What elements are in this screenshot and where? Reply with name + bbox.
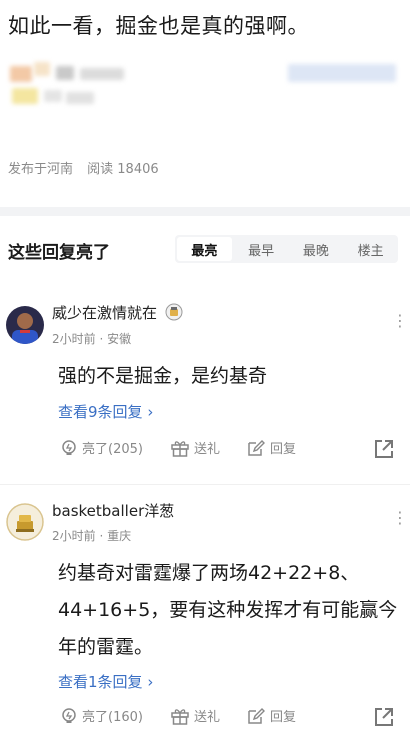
light-bulb-icon bbox=[62, 439, 76, 455]
comment-text: 强的不是掘金，是约基奇 bbox=[58, 365, 268, 387]
share-button[interactable] bbox=[373, 438, 399, 460]
comment-time-location: 2小时前 · 重庆 bbox=[52, 529, 132, 543]
view-replies-link[interactable]: 查看9条回复 › bbox=[58, 401, 153, 422]
comment-actions: 亮了(205) 送礼 回复 bbox=[58, 438, 403, 460]
more-options-icon[interactable]: ⋮ bbox=[392, 510, 408, 526]
chevron-right-icon: › bbox=[142, 403, 154, 421]
like-count: 亮了(160) bbox=[82, 710, 143, 725]
reply-button[interactable]: 回复 bbox=[246, 438, 296, 457]
edit-icon bbox=[248, 707, 265, 724]
gift-label: 送礼 bbox=[194, 710, 221, 725]
like-button[interactable]: 亮了(205) bbox=[60, 438, 143, 457]
view-replies-link[interactable]: 查看1条回复 › bbox=[58, 671, 153, 692]
user-badge-icon bbox=[165, 303, 183, 325]
comment-time-location: 2小时前 · 安徽 bbox=[52, 332, 132, 346]
avatar[interactable] bbox=[6, 306, 44, 344]
share-button[interactable] bbox=[373, 706, 399, 728]
comment-username[interactable]: basketballer洋葱 bbox=[52, 500, 174, 521]
section-title: 这些回复亮了 bbox=[8, 243, 110, 263]
sort-tabs: 最亮 最早 最晚 楼主 bbox=[175, 235, 398, 263]
tab-brightest[interactable]: 最亮 bbox=[177, 237, 232, 261]
tab-latest[interactable]: 最晚 bbox=[289, 235, 344, 263]
tab-op-only[interactable]: 楼主 bbox=[343, 235, 398, 263]
section-divider bbox=[0, 207, 410, 216]
edit-icon bbox=[248, 439, 265, 456]
gift-label: 送礼 bbox=[194, 442, 221, 457]
share-icon bbox=[375, 708, 393, 726]
gift-button[interactable]: 送礼 bbox=[170, 706, 220, 725]
comment-username[interactable]: 威少在激情就在 bbox=[52, 302, 183, 325]
reply-label: 回复 bbox=[270, 710, 297, 725]
post-text: 如此一看，掘金也是真的强啊。 bbox=[8, 14, 309, 38]
light-bulb-icon bbox=[62, 707, 76, 723]
comment-separator bbox=[0, 484, 410, 485]
reply-label: 回复 bbox=[270, 442, 297, 457]
share-icon bbox=[375, 440, 393, 458]
gift-icon bbox=[171, 708, 189, 725]
more-options-icon[interactable]: ⋮ bbox=[392, 313, 408, 329]
tab-earliest[interactable]: 最早 bbox=[234, 235, 289, 263]
post-read-count: 阅读 18406 bbox=[87, 162, 159, 177]
comment-actions: 亮了(160) 送礼 回复 bbox=[58, 706, 403, 728]
chevron-right-icon: › bbox=[142, 673, 154, 691]
gift-button[interactable]: 送礼 bbox=[170, 438, 220, 457]
like-button[interactable]: 亮了(160) bbox=[60, 706, 143, 725]
gift-icon bbox=[171, 440, 189, 457]
avatar[interactable] bbox=[6, 503, 44, 541]
post-meta: 发布于河南 阅读 18406 bbox=[8, 158, 169, 177]
comment-text: 约基奇对雷霆爆了两场42+22+8、44+16+5，要有这种发挥才有可能赢今年的… bbox=[58, 562, 398, 658]
like-count: 亮了(205) bbox=[82, 442, 143, 457]
post-location: 发布于河南 bbox=[8, 162, 74, 177]
reply-button[interactable]: 回复 bbox=[246, 706, 296, 725]
